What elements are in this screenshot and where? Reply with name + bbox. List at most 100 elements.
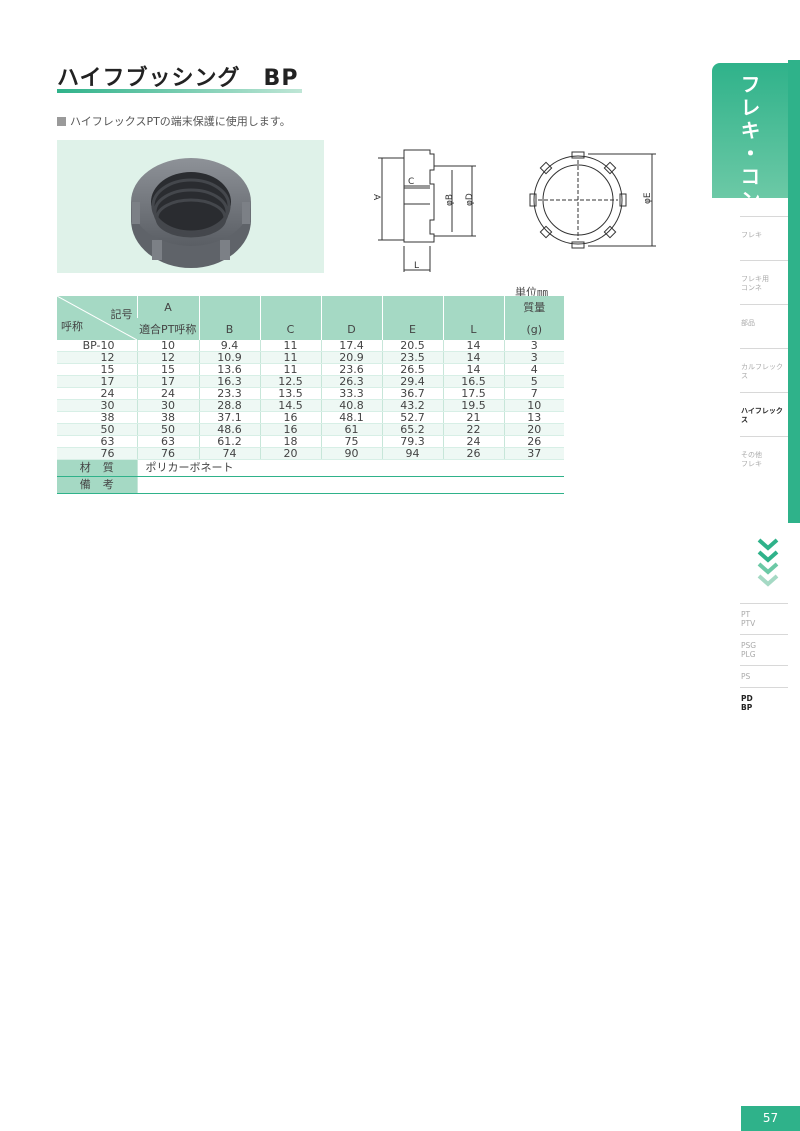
page-number: 57: [741, 1106, 800, 1131]
table-cell: 94: [381, 447, 443, 460]
product-description: ハイフレックスPTの端末保護に使用します。: [57, 113, 291, 129]
table-cell: 29.4: [381, 375, 443, 388]
table-cell: 12: [136, 351, 199, 364]
category-tab-title: フレキ・コンネ: [737, 74, 761, 235]
table-cell: 43.2: [381, 399, 443, 412]
header-symbol: 記号: [110, 308, 133, 321]
material-value: ポリカーボネート: [136, 459, 564, 477]
table-cell: 26.3: [320, 375, 382, 388]
row-nominal-cell: 76: [57, 447, 137, 460]
dim-c-label: C: [408, 177, 414, 187]
table-cell: 50: [136, 423, 199, 436]
table-cell: 63: [136, 435, 199, 448]
header-b: B: [198, 296, 260, 340]
table-cell: 26: [442, 447, 504, 460]
table-cell: 30: [136, 399, 199, 412]
table-cell: 52.7: [381, 411, 443, 424]
dim-e-label: φE: [643, 192, 653, 204]
header-e: E: [381, 296, 443, 340]
table-cell: 28.8: [198, 399, 260, 412]
side-nav-item[interactable]: 部品: [740, 304, 788, 348]
chevron-down-icon: [757, 538, 779, 587]
table-cell: 48.1: [320, 411, 382, 424]
row-nominal-cell: 24: [57, 387, 137, 400]
side-nav-item[interactable]: カルフレックス: [740, 348, 788, 392]
table-cell: 40.8: [320, 399, 382, 412]
table-cell: 26: [503, 435, 564, 448]
table-cell: 23.6: [320, 363, 382, 376]
header-d: D: [320, 296, 382, 340]
side-subnav-item[interactable]: PS: [740, 665, 788, 687]
material-label: 材質: [57, 459, 137, 477]
table-row: 24 24 23.3 13.5 33.3 36.7 17.5 7: [57, 387, 564, 400]
table-cell: 3: [503, 340, 564, 352]
table-cell: 76: [136, 447, 199, 460]
table-cell: 24: [136, 387, 199, 400]
table-cell: 26.5: [381, 363, 443, 376]
note-label: 備考: [57, 476, 137, 494]
table-row: 38 38 37.1 16 48.1 52.7 21 13: [57, 411, 564, 424]
table-row: 76 76 74 20 90 94 26 37: [57, 447, 564, 460]
table-cell: 3: [503, 351, 564, 364]
row-nominal-cell: 30: [57, 399, 137, 412]
dim-d-label: φD: [465, 193, 475, 206]
table-cell: 38: [136, 411, 199, 424]
description-text: ハイフレックスPTの端末保護に使用します。: [70, 115, 291, 128]
row-nominal-cell: 50: [57, 423, 137, 436]
side-subnav-item[interactable]: PSG PLG: [740, 634, 788, 665]
table-row: 63 63 61.2 18 75 79.3 24 26: [57, 435, 564, 448]
table-cell: 65.2: [381, 423, 443, 436]
table-cell: 10: [503, 399, 564, 412]
table-cell: 20.5: [381, 340, 443, 352]
table-row: 17 17 16.3 12.5 26.3 29.4 16.5 5: [57, 375, 564, 388]
table-cell: 7: [503, 387, 564, 400]
table-cell: 22: [442, 423, 504, 436]
table-cell: 16: [259, 411, 321, 424]
side-nav-item[interactable]: フレキ: [740, 216, 788, 260]
title-underline: [57, 89, 302, 93]
table-cell: 14: [442, 363, 504, 376]
table-row: BP-10 10 9.4 11 17.4 20.5 14 3: [57, 340, 564, 352]
header-nominal: 呼称: [61, 320, 83, 333]
table-cell: 74: [198, 447, 260, 460]
table-cell: 24: [442, 435, 504, 448]
table-cell: 16.3: [198, 375, 260, 388]
table-row: 30 30 28.8 14.5 40.8 43.2 19.5 10: [57, 399, 564, 412]
table-cell: 23.3: [198, 387, 260, 400]
dim-b-label: φB: [445, 194, 455, 206]
side-nav-item[interactable]: その他 フレキ: [740, 436, 788, 480]
header-c: C: [259, 296, 321, 340]
table-cell: 10: [136, 340, 199, 352]
table-cell: 18: [259, 435, 321, 448]
row-nominal-cell: 12: [57, 351, 137, 364]
table-row: 50 50 48.6 16 61 65.2 22 20: [57, 423, 564, 436]
header-diagonal-cell: 記号 呼称: [57, 296, 137, 340]
side-subnav-item[interactable]: PT PTV: [740, 603, 788, 634]
side-nav: フレキ フレキ用 コンネ 部品 カルフレックス ハイフレックス その他 フレキ: [740, 216, 788, 480]
side-accent-strip: [788, 60, 800, 523]
side-subnav-item[interactable]: PD BP: [740, 687, 788, 718]
table-cell: 13.6: [198, 363, 260, 376]
table-cell: 17.5: [442, 387, 504, 400]
header-weight-top: 質量: [503, 296, 564, 318]
table-cell: 79.3: [381, 435, 443, 448]
material-row: 材質 ポリカーボネート: [57, 459, 564, 477]
table-cell: 12.5: [259, 375, 321, 388]
side-nav-item[interactable]: ハイフレックス: [740, 392, 788, 436]
table-cell: 16.5: [442, 375, 504, 388]
table-cell: 17.4: [320, 340, 382, 352]
table-cell: 20: [259, 447, 321, 460]
side-nav-item[interactable]: フレキ用 コンネ: [740, 260, 788, 304]
bushing-photo-icon: [131, 158, 251, 268]
table-cell: 13.5: [259, 387, 321, 400]
header-weight-bottom: (g): [503, 318, 564, 340]
bullet-square-icon: [57, 116, 66, 126]
table-cell: 23.5: [381, 351, 443, 364]
table-cell: 11: [259, 351, 321, 364]
table-cell: 61.2: [198, 435, 260, 448]
side-subnav: PT PTV PSG PLG PS PD BP: [740, 603, 788, 718]
table-cell: 15: [136, 363, 199, 376]
table-cell: 36.7: [381, 387, 443, 400]
row-nominal-cell: 38: [57, 411, 137, 424]
header-l: L: [442, 296, 504, 340]
